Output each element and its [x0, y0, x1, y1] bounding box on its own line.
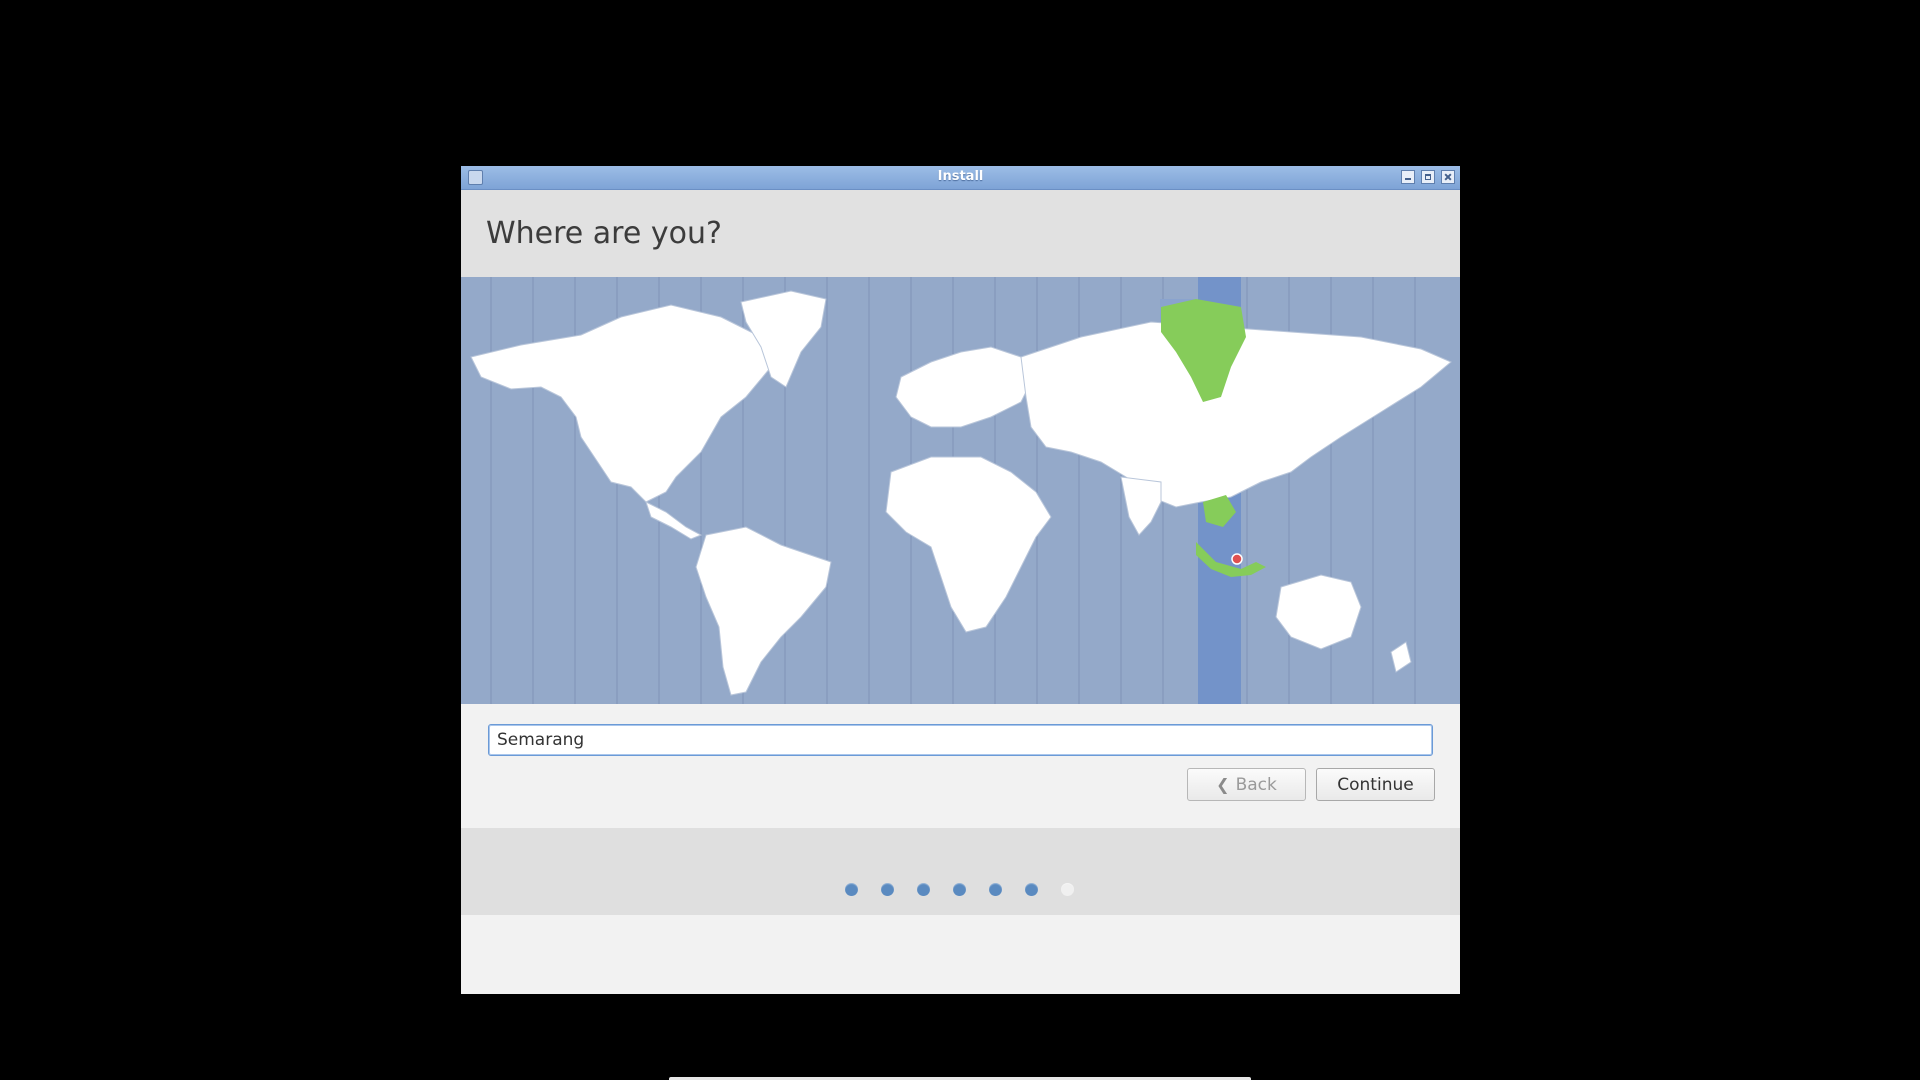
back-button[interactable]: ❮ Back — [1187, 768, 1306, 801]
location-input[interactable] — [488, 724, 1433, 756]
maximize-button[interactable] — [1421, 170, 1435, 184]
continue-button-label: Continue — [1337, 774, 1414, 795]
minimize-button[interactable] — [1401, 170, 1415, 184]
close-button[interactable] — [1441, 170, 1455, 184]
installer-window: Install Where are you? Semarang ❮ Back C… — [461, 166, 1460, 994]
progress-dots — [845, 883, 1097, 896]
progress-dot — [845, 883, 858, 896]
progress-dot — [1025, 883, 1038, 896]
page-header: Where are you? — [461, 190, 1460, 277]
window-title: Install — [937, 169, 984, 184]
progress-footer — [461, 828, 1460, 915]
timezone-map[interactable] — [461, 277, 1460, 704]
location-marker-icon — [1231, 553, 1243, 565]
progress-dot — [1061, 883, 1074, 896]
world-map[interactable] — [461, 277, 1460, 704]
progress-dot — [917, 883, 930, 896]
progress-dot — [881, 883, 894, 896]
continue-button[interactable]: Continue — [1316, 768, 1435, 801]
progress-dot — [989, 883, 1002, 896]
back-button-label: Back — [1235, 774, 1277, 795]
chevron-left-icon: ❮ — [1216, 775, 1230, 794]
progress-dot — [953, 883, 966, 896]
title-bar[interactable]: Install — [461, 166, 1460, 190]
page-title: Where are you? — [486, 216, 722, 251]
